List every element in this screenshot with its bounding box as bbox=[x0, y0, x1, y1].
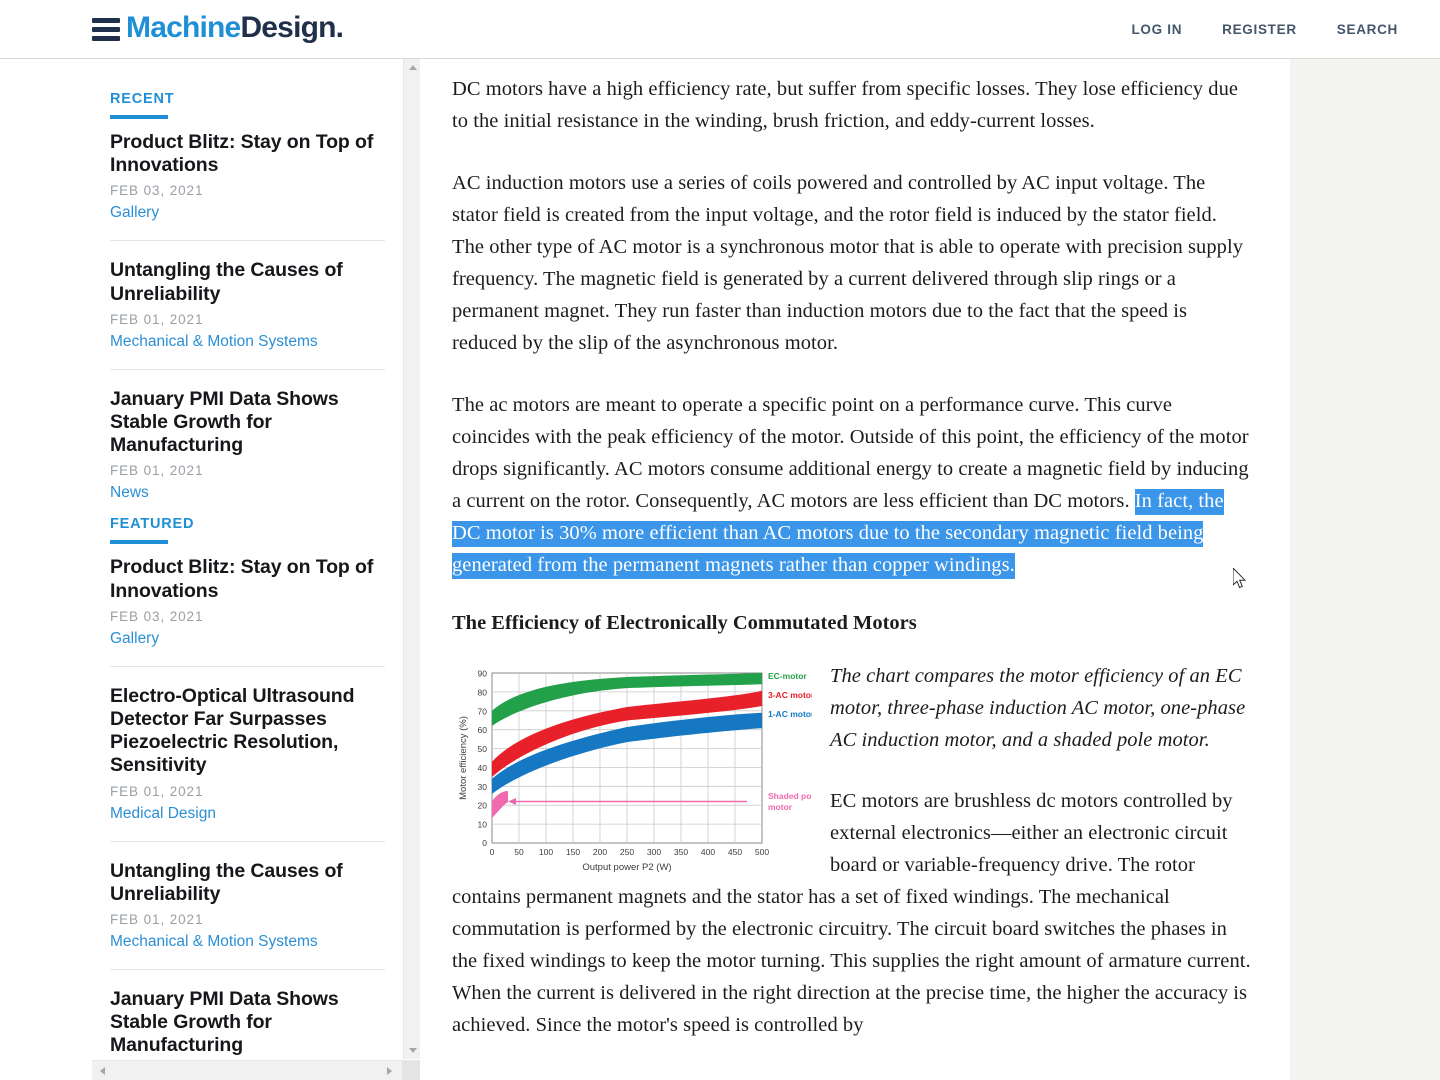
svg-text:350: 350 bbox=[674, 847, 688, 857]
svg-text:90: 90 bbox=[478, 668, 488, 678]
list-item[interactable]: Untangling the Causes of Unreliability F… bbox=[110, 860, 385, 951]
divider bbox=[110, 666, 385, 667]
list-item-date: FEB 01, 2021 bbox=[110, 463, 385, 478]
svg-text:40: 40 bbox=[478, 763, 488, 773]
svg-text:0: 0 bbox=[482, 838, 487, 848]
nav-login[interactable]: LOG IN bbox=[1111, 22, 1202, 37]
header-nav: LOG IN REGISTER SEARCH bbox=[1111, 0, 1440, 59]
sidebar-section-featured: FEATURED bbox=[110, 516, 385, 544]
legend-shaded-pole-1: Shaded pole bbox=[768, 791, 812, 801]
paragraph-3-plain-text: The ac motors are meant to operate a spe… bbox=[452, 394, 1249, 512]
svg-text:400: 400 bbox=[701, 847, 715, 857]
svg-text:50: 50 bbox=[514, 847, 524, 857]
article-paragraph-3: The ac motors are meant to operate a spe… bbox=[452, 390, 1252, 582]
svg-text:30: 30 bbox=[478, 781, 488, 791]
scrollbar-corner bbox=[402, 1061, 420, 1080]
section-underline bbox=[110, 540, 168, 544]
site-logo[interactable]: MachineDesign. bbox=[126, 11, 343, 45]
list-item-title[interactable]: January PMI Data Shows Stable Growth for… bbox=[110, 988, 385, 1058]
article-paragraph-1: DC motors have a high efficiency rate, b… bbox=[452, 74, 1252, 138]
svg-text:50: 50 bbox=[478, 744, 488, 754]
svg-text:60: 60 bbox=[478, 725, 488, 735]
list-item-title[interactable]: Product Blitz: Stay on Top of Innovation… bbox=[110, 556, 385, 602]
svg-text:250: 250 bbox=[620, 847, 634, 857]
list-item[interactable]: Product Blitz: Stay on Top of Innovation… bbox=[110, 556, 385, 647]
list-item-category[interactable]: Mechanical & Motion Systems bbox=[110, 333, 385, 351]
divider bbox=[110, 240, 385, 241]
legend-shaded-pole-2: motor bbox=[768, 802, 793, 812]
svg-text:80: 80 bbox=[478, 687, 488, 697]
svg-text:20: 20 bbox=[478, 800, 488, 810]
legend-1ac-motor: 1-AC motor bbox=[768, 709, 812, 719]
logo-dot: . bbox=[336, 11, 344, 44]
sidebar-horizontal-scrollbar[interactable] bbox=[92, 1060, 420, 1080]
chevron-down-icon[interactable] bbox=[404, 1042, 421, 1059]
list-item-category[interactable]: Mechanical & Motion Systems bbox=[110, 933, 385, 951]
list-item-category[interactable]: News bbox=[110, 484, 385, 502]
motor-efficiency-chart: 90 80 70 60 50 40 30 20 10 0 0 50 100 15… bbox=[452, 661, 812, 876]
chevron-right-icon[interactable] bbox=[381, 1061, 398, 1080]
svg-text:10: 10 bbox=[478, 819, 488, 829]
divider bbox=[110, 841, 385, 842]
logo-text-design: Design bbox=[240, 11, 335, 44]
svg-text:450: 450 bbox=[728, 847, 742, 857]
site-header: MachineDesign. LOG IN REGISTER SEARCH bbox=[0, 0, 1440, 59]
section-underline bbox=[110, 115, 168, 119]
section-label-recent: RECENT bbox=[110, 59, 385, 107]
article-paragraph-2: AC induction motors use a series of coil… bbox=[452, 168, 1252, 360]
list-item-date: FEB 03, 2021 bbox=[110, 609, 385, 624]
sidebar-section-recent: RECENT bbox=[110, 59, 385, 119]
svg-text:100: 100 bbox=[539, 847, 553, 857]
chart-xlabel: Output power P2 (W) bbox=[582, 862, 671, 873]
list-item[interactable]: Product Blitz: Stay on Top of Innovation… bbox=[110, 131, 385, 222]
sidebar: RECENT Product Blitz: Stay on Top of Inn… bbox=[92, 59, 420, 1080]
list-item-title[interactable]: Product Blitz: Stay on Top of Innovation… bbox=[110, 131, 385, 177]
svg-text:500: 500 bbox=[755, 847, 769, 857]
list-item-category[interactable]: Gallery bbox=[110, 630, 385, 648]
list-item-title[interactable]: January PMI Data Shows Stable Growth for… bbox=[110, 388, 385, 458]
svg-text:70: 70 bbox=[478, 706, 488, 716]
svg-text:300: 300 bbox=[647, 847, 661, 857]
list-item[interactable]: January PMI Data Shows Stable Growth for… bbox=[110, 388, 385, 503]
list-item-date: FEB 01, 2021 bbox=[110, 784, 385, 799]
list-item[interactable]: January PMI Data Shows Stable Growth for… bbox=[110, 988, 385, 1059]
chevron-left-icon[interactable] bbox=[94, 1061, 111, 1080]
section-label-featured: FEATURED bbox=[110, 516, 385, 532]
nav-register[interactable]: REGISTER bbox=[1202, 22, 1317, 37]
list-item-date: FEB 03, 2021 bbox=[110, 183, 385, 198]
list-item-title[interactable]: Untangling the Causes of Unreliability bbox=[110, 860, 385, 906]
legend-3ac-motor: 3-AC motor bbox=[768, 690, 812, 700]
chart-figure: 90 80 70 60 50 40 30 20 10 0 0 50 100 15… bbox=[452, 661, 812, 876]
list-item-title[interactable]: Electro-Optical Ultrasound Detector Far … bbox=[110, 685, 385, 778]
list-item-category[interactable]: Medical Design bbox=[110, 805, 385, 823]
sidebar-scroll-area: RECENT Product Blitz: Stay on Top of Inn… bbox=[92, 59, 403, 1059]
divider bbox=[110, 369, 385, 370]
chart-ylabel: Motor efficiency (%) bbox=[458, 716, 469, 800]
svg-text:200: 200 bbox=[593, 847, 607, 857]
list-item-category[interactable]: Gallery bbox=[110, 204, 385, 222]
divider bbox=[110, 969, 385, 970]
svg-text:0: 0 bbox=[490, 847, 495, 857]
list-item-title[interactable]: Untangling the Causes of Unreliability bbox=[110, 259, 385, 305]
article-body: DC motors have a high efficiency rate, b… bbox=[452, 59, 1252, 1080]
hamburger-icon[interactable] bbox=[92, 18, 120, 41]
list-item-date: FEB 01, 2021 bbox=[110, 912, 385, 927]
list-item[interactable]: Untangling the Causes of Unreliability F… bbox=[110, 259, 385, 350]
sidebar-vertical-scrollbar[interactable] bbox=[403, 59, 420, 1059]
article-subheading: The Efficiency of Electronically Commuta… bbox=[452, 612, 1252, 635]
nav-search[interactable]: SEARCH bbox=[1317, 22, 1440, 37]
legend-ec-motor: EC-motor bbox=[768, 671, 807, 681]
list-item[interactable]: Electro-Optical Ultrasound Detector Far … bbox=[110, 685, 385, 823]
mouse-cursor bbox=[1233, 568, 1247, 589]
figure-block: 90 80 70 60 50 40 30 20 10 0 0 50 100 15… bbox=[452, 661, 1252, 1043]
list-item-date: FEB 01, 2021 bbox=[110, 312, 385, 327]
svg-text:150: 150 bbox=[566, 847, 580, 857]
logo-text-machine: Machine bbox=[126, 11, 240, 44]
chevron-up-icon[interactable] bbox=[404, 59, 421, 76]
